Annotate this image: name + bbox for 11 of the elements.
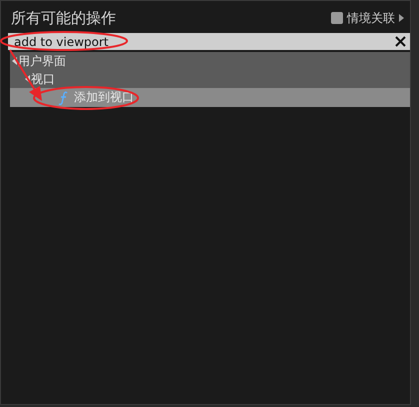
annotation-arrow	[9, 49, 42, 101]
expand-arrow-icon[interactable]	[25, 75, 30, 83]
clear-icon[interactable]	[395, 36, 406, 47]
category-item[interactable]: 用户界面	[10, 52, 410, 70]
function-icon	[58, 90, 68, 104]
panel-title: 所有可能的操作	[11, 8, 116, 28]
checkbox[interactable]	[331, 12, 343, 24]
context-sensitive-toggle[interactable]: 情境关联	[331, 10, 404, 26]
search-field[interactable]: add to viewport	[8, 33, 410, 50]
category-item[interactable]: 视口	[10, 70, 410, 88]
expand-arrow-icon[interactable]	[12, 57, 17, 65]
